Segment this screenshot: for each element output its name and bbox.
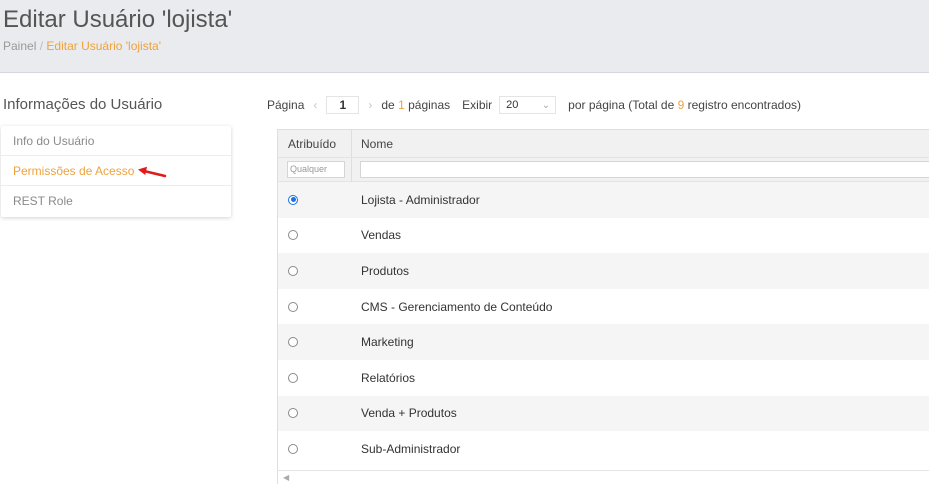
- table-row[interactable]: CMS - Gerenciamento de Conteúdo: [278, 289, 929, 325]
- role-name: Relatórios: [361, 370, 416, 385]
- assign-radio[interactable]: [288, 301, 298, 312]
- sidebar-title: Informações do Usuário: [3, 96, 163, 113]
- records-summary: por página (Total de 9 registro encontra…: [568, 98, 802, 112]
- table-row[interactable]: Vendas: [278, 218, 929, 254]
- table-row[interactable]: Venda + Produtos: [278, 395, 929, 432]
- table-row[interactable]: Sub-Administrador: [278, 431, 929, 467]
- assigned-cell: [278, 372, 352, 383]
- sidebar-item-rest-role[interactable]: REST Role: [1, 186, 231, 216]
- pager: Página ‹ 1 › de 1 páginas Exibir 20 ⌄ po…: [267, 96, 801, 114]
- breadcrumb-link-painel[interactable]: Painel: [3, 39, 36, 53]
- assigned-cell: [278, 230, 352, 241]
- assigned-cell: [278, 194, 352, 205]
- chevron-left-icon[interactable]: ‹: [313, 98, 317, 112]
- assigned-cell: [278, 443, 352, 454]
- column-header-assigned[interactable]: Atribuído: [278, 130, 352, 157]
- table-row[interactable]: Marketing: [278, 324, 929, 360]
- breadcrumb-separator: /: [39, 39, 44, 53]
- role-name: Venda + Produtos: [361, 406, 457, 421]
- role-name: Lojista - Administrador: [361, 192, 480, 207]
- assign-radio[interactable]: [288, 443, 298, 454]
- horizontal-scrollbar[interactable]: ◀: [277, 470, 929, 484]
- table-row[interactable]: Lojista - Administrador: [278, 182, 929, 218]
- assigned-cell: [278, 265, 352, 276]
- assign-radio[interactable]: [288, 230, 298, 241]
- per-page-value: 20: [506, 99, 519, 111]
- assigned-cell: [278, 301, 352, 312]
- role-name: Sub-Administrador: [361, 441, 461, 456]
- role-name: Marketing: [361, 335, 414, 350]
- page-label: Página: [267, 98, 305, 112]
- page-title: Editar Usuário 'lojista': [3, 6, 233, 33]
- total-records: 9: [677, 98, 685, 112]
- total-pages: 1: [398, 98, 405, 112]
- page-number-input[interactable]: 1: [326, 96, 360, 114]
- sidebar-menu: Info do Usuário Permissões de Acesso RES…: [1, 126, 231, 217]
- sidebar-item-permissions[interactable]: Permissões de Acesso: [1, 156, 231, 186]
- breadcrumb: Painel / Editar Usuário 'lojista': [3, 39, 161, 53]
- assigned-cell: [278, 337, 352, 348]
- chevron-down-icon: ⌄: [541, 99, 551, 111]
- grid-header: Atribuído Nome: [278, 130, 929, 158]
- per-page-select[interactable]: 20 ⌄: [499, 96, 557, 114]
- page-header: Editar Usuário 'lojista' Painel / Editar…: [0, 0, 929, 73]
- role-name: Vendas: [361, 228, 402, 243]
- sidebar-item-info[interactable]: Info do Usuário: [1, 126, 231, 156]
- show-label: Exibir: [462, 98, 493, 112]
- scroll-left-icon[interactable]: ◀: [283, 473, 289, 482]
- assign-radio[interactable]: [288, 265, 298, 276]
- chevron-right-icon[interactable]: ›: [368, 98, 372, 112]
- filter-row: Qualquer: [278, 157, 929, 182]
- role-name: Produtos: [361, 263, 410, 278]
- red-arrow-icon: [138, 166, 167, 178]
- roles-grid: Atribuído Nome Qualquer Lojista - Admini…: [277, 129, 929, 484]
- role-name: CMS - Gerenciamento de Conteúdo: [361, 299, 553, 314]
- assign-radio[interactable]: [288, 408, 298, 419]
- assign-radio[interactable]: [288, 372, 298, 383]
- assign-radio[interactable]: [288, 194, 298, 205]
- assign-radio[interactable]: [288, 337, 298, 348]
- column-header-name[interactable]: Nome: [352, 130, 929, 157]
- assigned-filter-select[interactable]: Qualquer: [287, 161, 345, 178]
- pager-of-text: de 1 páginas: [381, 98, 451, 112]
- sidebar-item-label: Permissões de Acesso: [13, 164, 135, 178]
- assigned-cell: [278, 408, 352, 419]
- table-row[interactable]: Produtos: [278, 253, 929, 289]
- breadcrumb-current: Editar Usuário 'lojista': [46, 39, 162, 53]
- table-row[interactable]: Relatórios: [278, 360, 929, 396]
- name-filter-input[interactable]: [360, 161, 929, 178]
